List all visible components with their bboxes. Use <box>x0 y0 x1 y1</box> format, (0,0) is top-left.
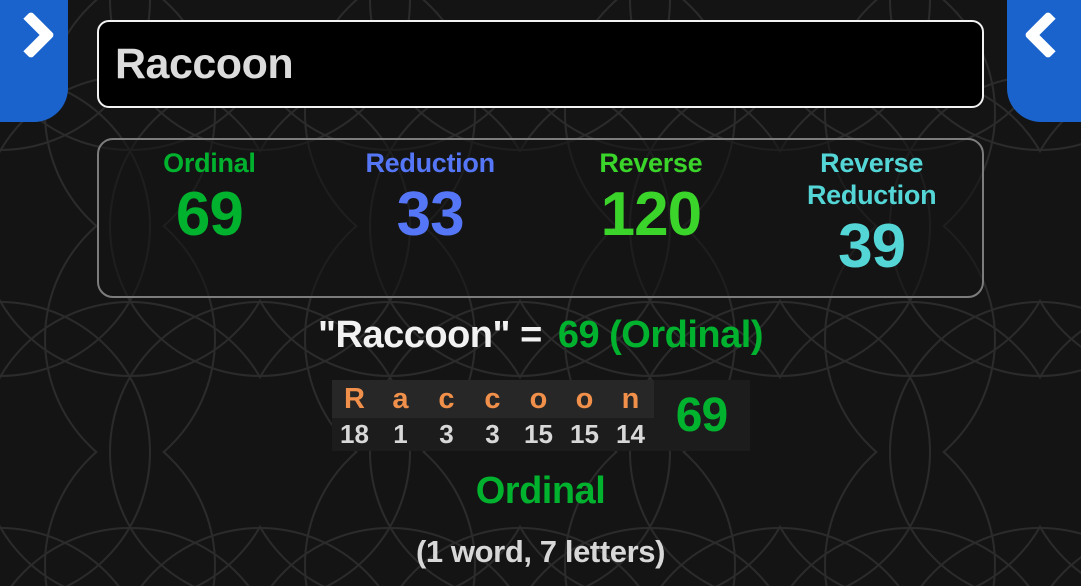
letter-cell: c <box>469 380 516 418</box>
breakdown-total: 69 <box>653 380 750 451</box>
value-cell: 3 <box>469 418 516 451</box>
equation-phrase: "Raccoon" = <box>318 314 542 356</box>
word-letter-count: (1 word, 7 letters) <box>415 534 666 569</box>
cipher-name: Ordinal <box>163 148 256 178</box>
active-cipher-label: Ordinal <box>475 470 606 512</box>
letter-cell: a <box>377 380 424 418</box>
chevron-right-icon <box>6 10 56 60</box>
letter-cell: o <box>515 380 562 418</box>
cipher-value: 39 <box>838 211 906 281</box>
search-input[interactable] <box>97 20 984 108</box>
search-row <box>97 20 984 108</box>
gematria-calculator-page: Ordinal 69 Reduction 33 Reverse 120 Reve… <box>0 0 1081 586</box>
value-cell: 14 <box>607 418 654 451</box>
cipher-name: Reverse Reduction <box>806 148 937 210</box>
equation-result: 69 (Ordinal) <box>557 314 764 356</box>
cipher-summary-panel: Ordinal 69 Reduction 33 Reverse 120 Reve… <box>97 138 984 298</box>
cipher-name: Reduction <box>365 148 495 178</box>
equation-line: "Raccoon" = 69 (Ordinal) <box>0 314 1081 357</box>
breakdown-wrapper: R a c c o o n 69 18 1 3 3 15 15 14 <box>0 380 1081 451</box>
cipher-column-ordinal[interactable]: Ordinal 69 <box>99 140 320 296</box>
letter-cell: R <box>331 380 378 418</box>
letter-breakdown-table: R a c c o o n 69 18 1 3 3 15 15 14 <box>331 380 750 451</box>
cipher-name: Reverse <box>599 148 703 178</box>
value-cell: 18 <box>331 418 378 451</box>
value-cell: 1 <box>377 418 424 451</box>
cipher-column-reverse[interactable]: Reverse 120 <box>541 140 762 296</box>
cipher-value: 33 <box>396 179 465 249</box>
cipher-value: 120 <box>600 179 702 249</box>
cipher-column-reverse-reduction[interactable]: Reverse Reduction 39 <box>761 140 982 296</box>
value-cell: 15 <box>561 418 608 451</box>
value-cell: 15 <box>515 418 562 451</box>
nav-tab-previous[interactable] <box>0 0 68 122</box>
letter-row: R a c c o o n 69 <box>331 380 750 451</box>
letter-cell: o <box>561 380 608 418</box>
cipher-column-reduction[interactable]: Reduction 33 <box>320 140 541 296</box>
letter-cell: c <box>423 380 470 418</box>
letter-cell: n <box>607 380 654 418</box>
nav-tab-next[interactable] <box>1007 0 1081 122</box>
cipher-value: 69 <box>175 179 244 249</box>
value-cell: 3 <box>423 418 470 451</box>
chevron-left-icon <box>1023 10 1073 60</box>
